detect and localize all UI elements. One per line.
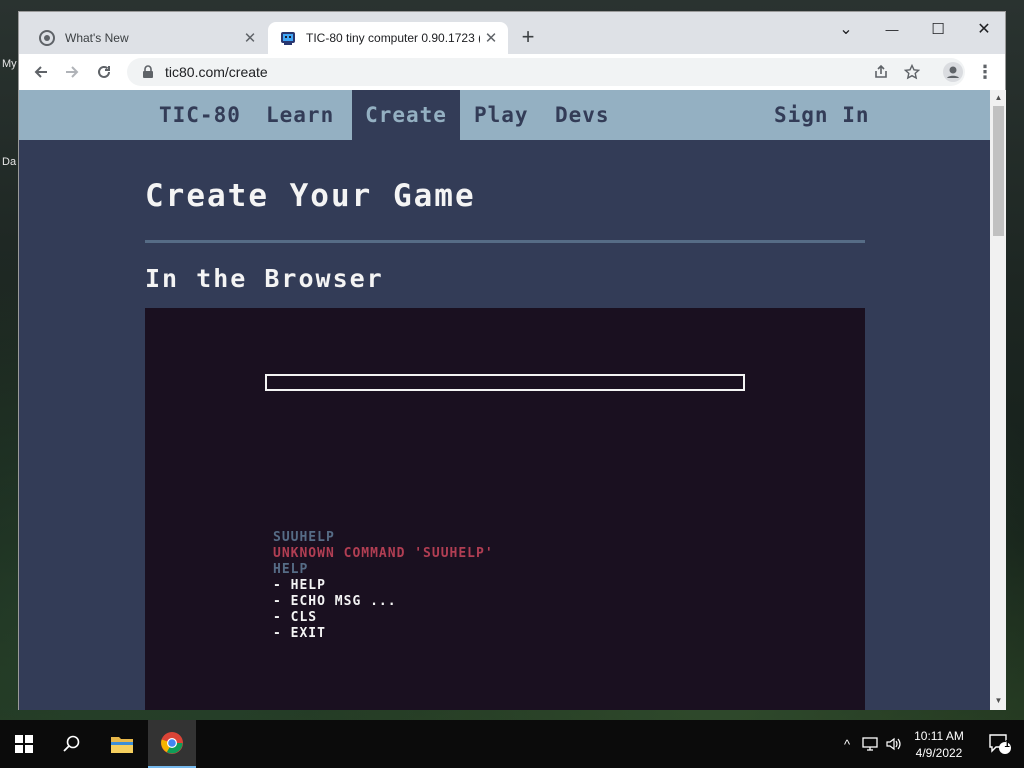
network-button[interactable] [860, 720, 880, 768]
chrome-icon [161, 732, 183, 754]
sign-in-link[interactable]: Sign In [774, 90, 870, 140]
network-icon [862, 737, 878, 751]
console-line: - HELP [273, 578, 326, 593]
reload-button[interactable] [92, 60, 116, 84]
lock-icon[interactable] [141, 65, 155, 79]
page-viewport: TIC-80 Learn Create Play Devs Sign In Cr… [19, 90, 990, 710]
avatar-icon [943, 62, 963, 82]
close-window-button[interactable]: ✕ [961, 16, 1007, 42]
arrow-left-icon [34, 66, 47, 78]
divider [145, 240, 865, 243]
star-icon [904, 64, 920, 80]
search-icon [63, 735, 80, 752]
console-line: - CLS [273, 610, 318, 625]
start-button[interactable] [0, 720, 48, 768]
scroll-down-icon[interactable]: ▼ [993, 696, 1004, 706]
action-center-button[interactable]: 1 [980, 720, 1020, 768]
tic80-screen[interactable]: SUUHELP UNKNOWN COMMAND 'SUUHELP' HELP -… [145, 308, 865, 710]
tab-title: What's New [65, 31, 129, 45]
console-line: SUUHELP [273, 530, 335, 545]
browser-toolbar: tic80.com/create ⋮ [19, 54, 1005, 90]
close-icon[interactable]: ✕ [480, 29, 502, 47]
profile-button[interactable] [941, 60, 965, 84]
page-title: Create Your Game [145, 178, 476, 214]
site-nav: TIC-80 Learn Create Play Devs Sign In [19, 90, 990, 140]
nav-item-create[interactable]: Create [352, 90, 460, 140]
nav-item-learn[interactable]: Learn [266, 90, 334, 140]
nav-item-devs[interactable]: Devs [555, 90, 610, 140]
show-hidden-icons-button[interactable]: ^ [838, 720, 856, 768]
console-line: - EXIT [273, 626, 326, 641]
tab-strip: What's New ✕ TIC-80 tiny computer 0.90.1… [19, 12, 1005, 54]
url-text: tic80.com/create [165, 64, 268, 80]
console-output: SUUHELP UNKNOWN COMMAND 'SUUHELP' HELP -… [273, 530, 494, 642]
chrome-taskbar-button[interactable] [148, 720, 196, 768]
tic80-favicon-icon [281, 32, 295, 45]
tab-whats-new[interactable]: What's New ✕ [27, 22, 267, 54]
arrow-right-icon [66, 66, 79, 78]
system-clock[interactable]: 10:11 AM 4/9/2022 [900, 728, 978, 762]
windows-logo-icon [15, 735, 33, 753]
share-button[interactable] [869, 60, 893, 84]
section-title: In the Browser [145, 264, 384, 293]
browser-window: What's New ✕ TIC-80 tiny computer 0.90.1… [18, 11, 1006, 710]
back-button[interactable] [29, 60, 53, 84]
console-line: UNKNOWN COMMAND 'SUUHELP' [273, 546, 494, 561]
clock-time: 10:11 AM [914, 729, 964, 743]
scroll-up-icon[interactable]: ▲ [993, 93, 1004, 103]
forward-button[interactable] [60, 60, 84, 84]
loading-progress-bar [265, 374, 745, 391]
nav-item-tic80[interactable]: TIC-80 [159, 90, 241, 140]
tab-tic80[interactable]: TIC-80 tiny computer 0.90.1723 ( ✕ [268, 22, 508, 54]
desktop-icon-label[interactable]: My [2, 58, 17, 70]
new-tab-button[interactable]: + [516, 26, 540, 48]
address-bar[interactable]: tic80.com/create [127, 58, 965, 86]
share-icon [875, 64, 887, 78]
folder-icon [111, 737, 133, 753]
console-line: - ECHO MSG ... [273, 594, 397, 609]
bookmark-button[interactable] [900, 60, 924, 84]
tab-title: TIC-80 tiny computer 0.90.1723 ( [306, 31, 480, 45]
maximize-button[interactable]: ☐ [915, 16, 961, 42]
nav-item-play[interactable]: Play [474, 90, 529, 140]
clock-date: 4/9/2022 [915, 746, 963, 760]
more-vertical-icon: ⋮ [976, 61, 994, 82]
scrollbar-thumb[interactable] [993, 106, 1004, 236]
chevron-up-icon: ^ [843, 736, 851, 752]
taskbar: ^ 10:11 AM 4/9/2022 1 [0, 720, 1024, 768]
vertical-scrollbar[interactable]: ▲ ▼ [990, 90, 1006, 710]
desktop-icon-label[interactable]: Da [2, 156, 16, 168]
search-button[interactable] [48, 720, 96, 768]
minimize-button[interactable]: — [869, 16, 915, 42]
reload-icon [98, 65, 110, 78]
tab-search-button[interactable]: ⌄ [823, 16, 869, 42]
chrome-favicon-icon [39, 30, 55, 46]
menu-button[interactable]: ⋮ [973, 60, 997, 84]
file-explorer-button[interactable] [98, 720, 146, 768]
notification-count-badge: 1 [1004, 739, 1010, 750]
console-line: HELP [273, 562, 309, 577]
close-icon[interactable]: ✕ [239, 29, 261, 47]
